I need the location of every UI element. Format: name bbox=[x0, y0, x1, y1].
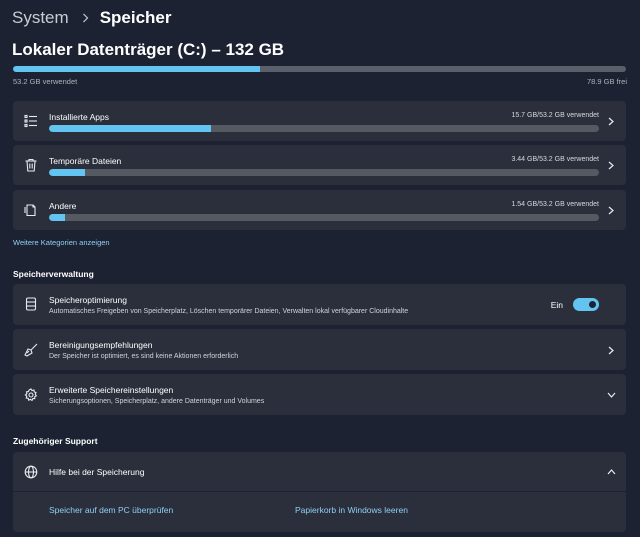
chevron-down-icon bbox=[606, 390, 616, 400]
storage-sense-toggle-group: Ein bbox=[551, 298, 599, 311]
gear-icon bbox=[23, 387, 39, 403]
category-label: Temporäre Dateien bbox=[49, 156, 122, 166]
toggle-knob bbox=[589, 301, 596, 308]
category-usage-bar-fill bbox=[49, 125, 212, 132]
globe-icon bbox=[23, 464, 39, 480]
storage-help-title: Hilfe bei der Speicherung bbox=[49, 467, 145, 477]
trash-icon bbox=[23, 157, 39, 173]
storage-sense-subtitle: Automatisches Freigeben von Speicherplat… bbox=[49, 308, 409, 315]
category-label: Installierte Apps bbox=[49, 112, 110, 122]
drive-free-label: 78.9 GB frei bbox=[586, 77, 627, 86]
category-usage-bar bbox=[49, 125, 599, 132]
advanced-settings-subtitle: Sicherungsoptionen, Speicherplatz, ander… bbox=[49, 398, 265, 405]
chevron-right-icon bbox=[606, 160, 616, 170]
show-more-categories-link[interactable]: Weitere Kategorien anzeigen bbox=[13, 238, 110, 247]
broom-icon bbox=[23, 342, 39, 358]
category-temporary-files[interactable]: Temporäre Dateien 3.44 GB/53.2 GB verwen… bbox=[13, 145, 626, 185]
other-files-icon bbox=[23, 202, 39, 218]
check-pc-storage-link[interactable]: Speicher auf dem PC überprüfen bbox=[49, 505, 173, 515]
chevron-up-icon bbox=[606, 467, 616, 477]
breadcrumb-chevron-icon bbox=[82, 11, 89, 26]
related-support-heading: Zugehöriger Support bbox=[13, 436, 98, 446]
category-usage-bar bbox=[49, 214, 599, 221]
storage-sense-icon bbox=[23, 296, 39, 312]
cleanup-recommendations-row[interactable]: Bereinigungsempfehlungen Der Speicher is… bbox=[13, 329, 626, 370]
category-usage-bar-fill bbox=[49, 169, 85, 176]
chevron-right-icon bbox=[606, 345, 616, 355]
category-other[interactable]: Andere 1.54 GB/53.2 GB verwendet bbox=[13, 190, 626, 230]
category-usage: 3.44 GB/53.2 GB verwendet bbox=[511, 156, 599, 163]
advanced-settings-title: Erweiterte Speichereinstellungen bbox=[49, 385, 174, 395]
drive-title: Lokaler Datenträger (C:) – 132 GB bbox=[12, 40, 285, 59]
chevron-right-icon bbox=[606, 205, 616, 215]
storage-sense-title: Speicheroptimierung bbox=[49, 295, 127, 305]
cleanup-subtitle: Der Speicher ist optimiert, es sind kein… bbox=[49, 353, 239, 360]
category-usage: 1.54 GB/53.2 GB verwendet bbox=[511, 201, 599, 208]
storage-help-content: Speicher auf dem PC überprüfen Papierkor… bbox=[13, 492, 626, 532]
category-label: Andere bbox=[49, 201, 77, 211]
storage-help-expander[interactable]: Hilfe bei der Speicherung bbox=[13, 452, 626, 491]
category-installed-apps[interactable]: Installierte Apps 15.7 GB/53.2 GB verwen… bbox=[13, 101, 626, 141]
drive-usage-bar-fill bbox=[13, 66, 261, 72]
apps-list-icon bbox=[23, 113, 39, 129]
storage-sense-row[interactable]: Speicheroptimierung Automatisches Freige… bbox=[13, 284, 626, 325]
toggle-state-label: Ein bbox=[550, 299, 563, 310]
storage-management-heading: Speicherverwaltung bbox=[13, 269, 94, 279]
breadcrumb: System Speicher bbox=[12, 6, 172, 30]
category-usage-bar-fill bbox=[49, 214, 65, 221]
storage-sense-toggle[interactable] bbox=[573, 298, 599, 311]
category-usage-bar bbox=[49, 169, 599, 176]
advanced-storage-settings-row[interactable]: Erweiterte Speichereinstellungen Sicheru… bbox=[13, 374, 626, 415]
cleanup-title: Bereinigungsempfehlungen bbox=[49, 340, 153, 350]
category-usage: 15.7 GB/53.2 GB verwendet bbox=[511, 112, 599, 119]
empty-recycle-bin-link[interactable]: Papierkorb in Windows leeren bbox=[295, 505, 408, 515]
drive-usage-bar bbox=[13, 66, 626, 72]
breadcrumb-system-link[interactable]: System bbox=[12, 8, 69, 28]
chevron-right-icon bbox=[606, 116, 616, 126]
drive-used-label: 53.2 GB verwendet bbox=[13, 77, 78, 86]
page-title: Speicher bbox=[99, 8, 172, 27]
